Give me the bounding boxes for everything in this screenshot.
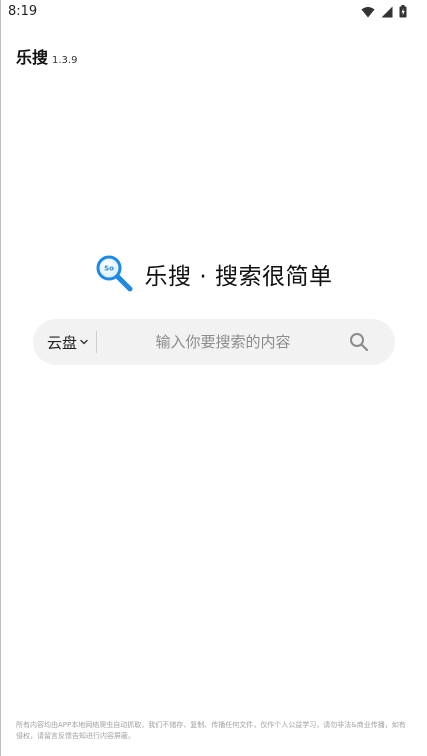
search-bar: 云盘 [33, 319, 395, 365]
signal-icon [381, 6, 393, 17]
disclaimer-text: 所有内容均由APP本地网络爬虫自动抓取，我们不储存、复制、传播任何文件，仅作个人… [16, 721, 406, 740]
logo-text: So [104, 265, 114, 273]
app-name: 乐搜 [16, 48, 49, 67]
search-scope-label: 云盘 [47, 333, 78, 352]
app-header: 乐搜 1.3.9 [16, 44, 77, 68]
hero-title: 乐搜 · 搜索很简单 [144, 264, 333, 290]
status-icons [361, 5, 407, 18]
search-scope-select[interactable]: 云盘 [47, 319, 89, 365]
status-time: 8:19 [8, 4, 38, 19]
magnifier-logo-icon: So [96, 255, 133, 292]
battery-icon [399, 5, 407, 18]
search-input[interactable] [105, 319, 341, 365]
app-version: 1.3.9 [52, 55, 78, 66]
hero: So 乐搜 · 搜索很简单 [0, 254, 427, 294]
status-bar: 8:19 [0, 0, 427, 24]
chevron-down-icon [80, 339, 88, 345]
wifi-icon [361, 6, 375, 17]
screen-edge [0, 0, 1, 756]
search-icon[interactable] [349, 332, 369, 352]
search-divider [96, 331, 97, 353]
